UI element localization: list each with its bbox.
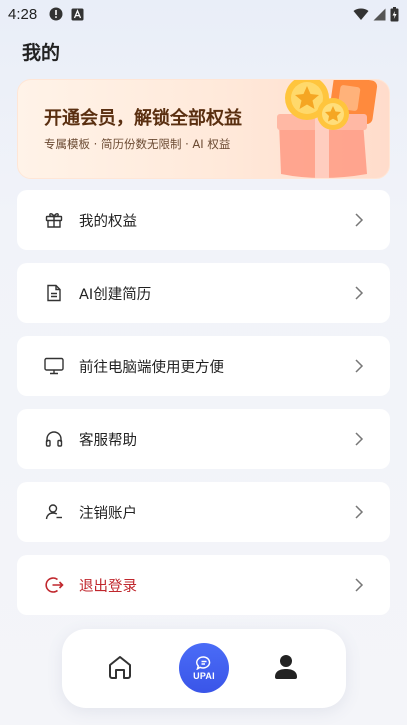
menu-item-label: 注销账户 [79,505,137,522]
menu-item-desktop[interactable]: 前往电脑端使用更方便 [17,336,390,396]
menu-item-delete-account[interactable]: 注销账户 [17,482,390,542]
menu-item-label: AI创建简历 [79,286,152,303]
menu-item-label: 我的权益 [79,213,137,230]
font-a-icon [71,8,84,20]
page-title: 我的 [22,42,61,64]
bottom-nav: UPAI [62,629,346,708]
vip-banner[interactable]: 开通会员，解锁全部权益 专属模板 · 简历份数无限制 · AI 权益 [17,79,390,179]
chevron-right-icon [355,213,364,227]
wifi-icon [353,8,369,20]
menu-item-label: 客服帮助 [79,432,137,449]
headset-icon [43,428,65,450]
logout-icon [43,574,65,596]
upai-chat-button[interactable]: UPAI [179,643,229,693]
menu-item-logout[interactable]: 退出登录 [17,555,390,615]
status-bar: 4:28 [0,0,407,28]
chevron-right-icon [355,359,364,373]
profile-icon[interactable] [274,654,298,680]
menu-item-ai-resume[interactable]: AI创建简历 [17,263,390,323]
document-icon [43,282,65,304]
chevron-right-icon [355,578,364,592]
upai-label: UPAI [193,670,215,681]
alert-circle-icon [49,7,63,21]
status-time: 4:28 [8,5,38,23]
signal-icon [373,8,386,20]
menu-item-label: 前往电脑端使用更方便 [79,359,224,376]
monitor-icon [43,355,65,377]
chevron-right-icon [355,432,364,446]
vip-banner-title: 开通会员，解锁全部权益 [44,108,242,129]
menu-item-label: 退出登录 [79,578,137,595]
vip-banner-subtitle: 专属模板 · 简历份数无限制 · AI 权益 [44,137,231,151]
chevron-right-icon [355,286,364,300]
home-icon[interactable] [106,653,134,681]
chat-icon [196,655,211,670]
menu-item-support[interactable]: 客服帮助 [17,409,390,469]
gift-coins-icon [277,80,378,178]
chevron-right-icon [355,505,364,519]
menu-item-benefits[interactable]: 我的权益 [17,190,390,250]
gift-icon [43,209,65,231]
battery-icon [390,6,399,21]
user-remove-icon [43,501,65,523]
